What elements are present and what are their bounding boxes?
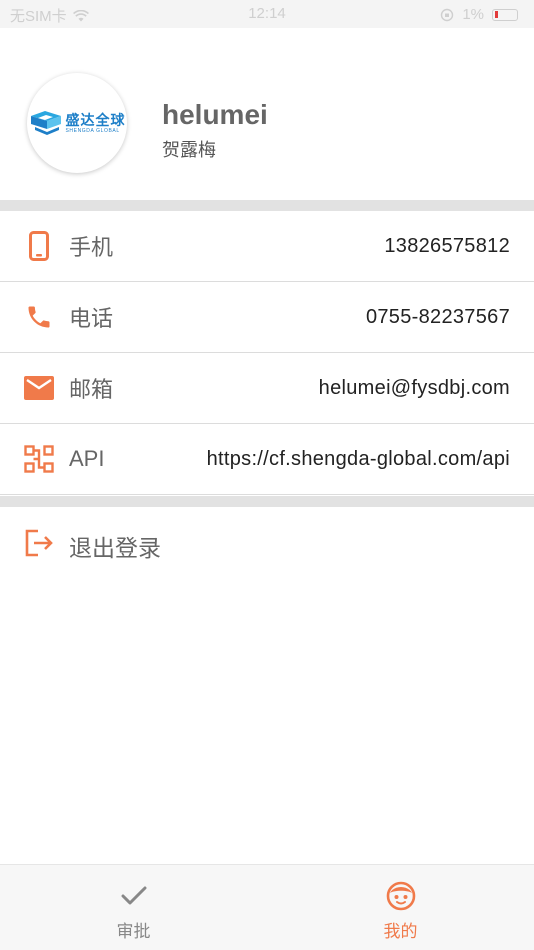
- profile-header: 盛达全球 SHENGDA GLOBAL helumei 贺露梅: [0, 28, 534, 200]
- api-value[interactable]: https://cf.shengda-global.com/api: [207, 448, 510, 471]
- section-divider: [0, 200, 534, 211]
- row-mobile[interactable]: 手机 13826575812: [0, 211, 534, 282]
- logo-text-en: SHENGDA GLOBAL: [65, 127, 120, 134]
- company-logo-mark-icon: [30, 111, 61, 135]
- mobile-label: 手机: [69, 235, 114, 260]
- mobile-value[interactable]: 13826575812: [384, 235, 510, 258]
- row-email[interactable]: 邮箱 helumei@fysdbj.com: [0, 353, 534, 424]
- avatar[interactable]: 盛达全球 SHENGDA GLOBAL: [27, 73, 127, 173]
- row-phone[interactable]: 电话 0755-82237567: [0, 282, 534, 353]
- section-divider: [0, 496, 534, 507]
- mobile-phone-icon: [24, 231, 54, 261]
- phone-value[interactable]: 0755-82237567: [366, 306, 510, 329]
- status-right: 1%: [440, 6, 518, 23]
- logout-label: 退出登录: [69, 535, 161, 561]
- phone-handset-icon: [24, 302, 54, 332]
- checkmark-icon: [119, 881, 149, 911]
- battery-percent: 1%: [462, 6, 484, 23]
- logout-icon: [24, 528, 54, 558]
- api-tree-icon: [24, 444, 54, 474]
- logo-text-cn: 盛达全球: [65, 111, 126, 128]
- tab-approve-label: 审批: [116, 922, 151, 941]
- api-label: API: [69, 446, 105, 471]
- email-value[interactable]: helumei@fysdbj.com: [319, 377, 510, 400]
- tab-approve[interactable]: 审批: [0, 865, 267, 950]
- tab-mine-label: 我的: [383, 922, 418, 941]
- logout-button[interactable]: 退出登录: [0, 507, 534, 579]
- tab-mine[interactable]: 我的: [267, 865, 534, 950]
- username: helumei: [162, 99, 268, 130]
- tab-bar: 审批 我的: [0, 864, 534, 950]
- row-api[interactable]: API https://cf.shengda-global.com/api: [0, 424, 534, 495]
- orientation-lock-icon: [441, 8, 454, 21]
- email-label: 邮箱: [69, 377, 114, 402]
- company-logo: 盛达全球 SHENGDA GLOBAL: [29, 110, 126, 136]
- phone-label: 电话: [69, 306, 114, 331]
- real-name: 贺露梅: [162, 140, 216, 160]
- face-icon: [386, 881, 416, 911]
- envelope-icon: [24, 373, 54, 403]
- battery-icon: [492, 8, 518, 21]
- status-bar: 无SIM卡 12:14 1%: [0, 0, 534, 28]
